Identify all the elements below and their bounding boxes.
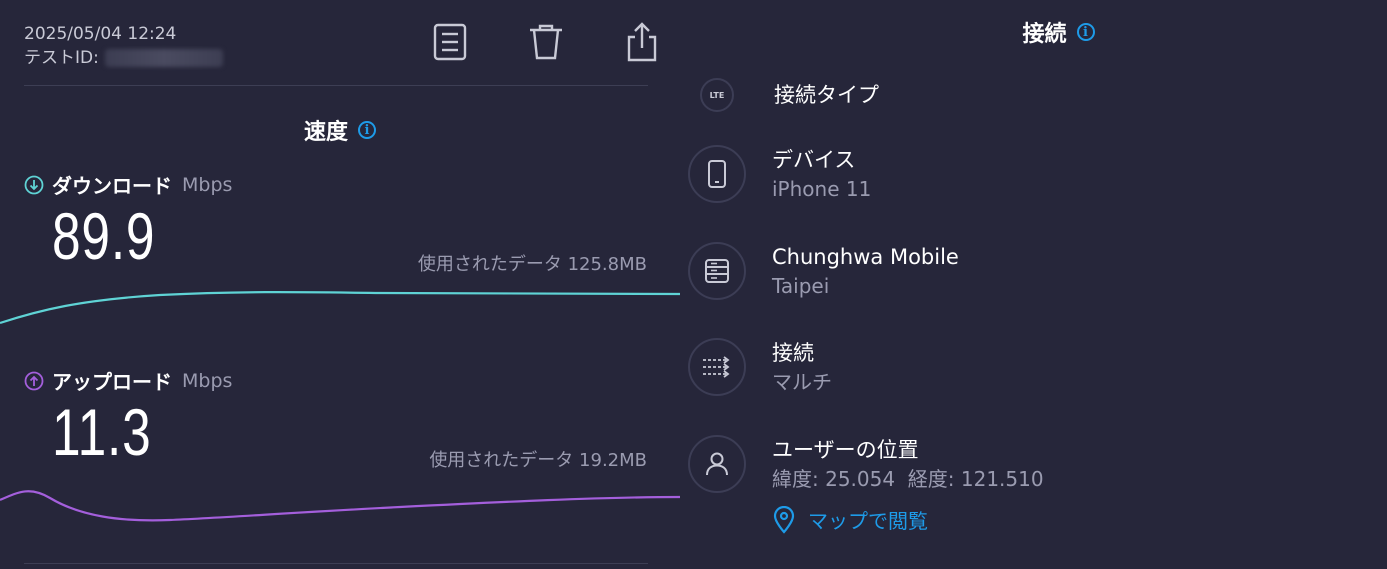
trash-icon[interactable] (526, 22, 566, 62)
connections-value: マルチ (772, 370, 832, 394)
test-meta: 2025/05/04 12:24 テストID: (24, 22, 223, 70)
test-id-label: テストID: (24, 48, 99, 68)
upload-graph (0, 490, 680, 522)
download-graph (0, 291, 680, 325)
upload-label: アップロード Mbps (24, 366, 232, 395)
location-label: ユーザーの位置 (772, 438, 919, 462)
test-id-redacted (104, 49, 223, 67)
location-coordinates: 緯度: 25.054 経度: 121.510 (772, 467, 1044, 491)
download-arrow-icon (24, 175, 44, 194)
lte-icon: LTE (700, 78, 734, 112)
location-pin-icon (773, 505, 795, 534)
provider-row: Chunghwa Mobile Taipei (688, 242, 959, 300)
download-data-used: 使用されたデータ 125.8MB (417, 254, 647, 275)
divider (24, 85, 648, 86)
divider (24, 563, 648, 564)
view-on-map-link[interactable]: マップで閲覧 (772, 505, 928, 534)
connection-panel: 接続 i LTE 接続タイプ デバイス iPhone 11 Chunghwa M… (680, 0, 1387, 569)
connection-type-row: LTE 接続タイプ (688, 78, 879, 112)
upload-speed-value: 11.3 (52, 395, 152, 469)
connections-label: 接続 (772, 341, 814, 365)
connection-type-label: 接続タイプ (774, 83, 879, 107)
location-row: ユーザーの位置 緯度: 25.054 経度: 121.510 (688, 435, 1044, 493)
share-icon[interactable] (622, 22, 662, 62)
multi-connection-icon (688, 338, 746, 396)
speedtest-result-screen: 2025/05/04 12:24 テストID: 速度 i ダウンロード Mbps… (0, 0, 1387, 569)
device-row: デバイス iPhone 11 (688, 145, 871, 203)
speed-section-title: 速度 i (0, 114, 680, 146)
document-icon[interactable] (430, 22, 470, 62)
provider-location: Taipei (772, 274, 830, 298)
provider-label: Chunghwa Mobile (772, 245, 959, 269)
connection-info-icon[interactable]: i (1076, 23, 1095, 41)
result-toolbar (430, 22, 662, 62)
user-icon (688, 435, 746, 493)
upload-arrow-icon (24, 371, 44, 390)
server-icon (688, 242, 746, 300)
device-label: デバイス (772, 148, 856, 172)
test-timestamp: 2025/05/04 12:24 (24, 24, 177, 44)
connections-row: 接続 マルチ (688, 338, 832, 396)
phone-icon (688, 145, 746, 203)
download-label: ダウンロード Mbps (24, 170, 232, 199)
download-speed-value: 89.9 (52, 199, 156, 273)
upload-unit: Mbps (182, 369, 233, 392)
connection-section-title: 接続 i (680, 16, 1387, 48)
device-value: iPhone 11 (772, 177, 872, 201)
speed-info-icon[interactable]: i (358, 121, 376, 139)
download-unit: Mbps (182, 173, 233, 196)
result-panel: 2025/05/04 12:24 テストID: 速度 i ダウンロード Mbps… (0, 0, 680, 569)
upload-data-used: 使用されたデータ 19.2MB (429, 450, 647, 471)
